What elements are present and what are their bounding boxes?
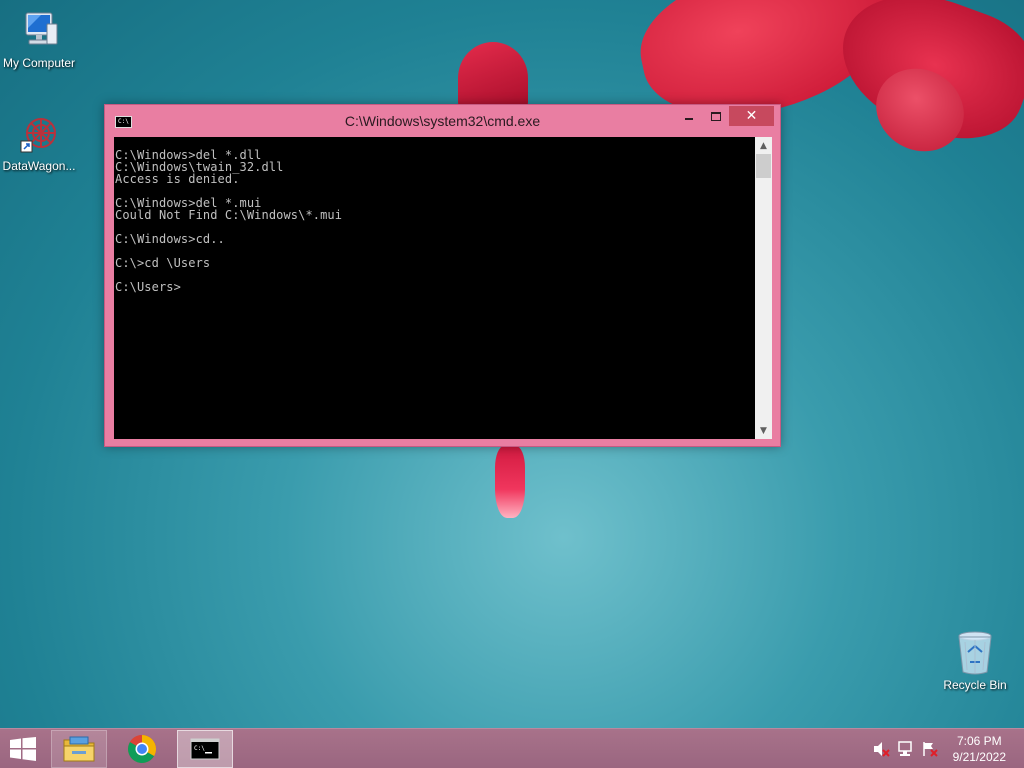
wallpaper-stamen — [495, 446, 525, 518]
console-line: C:\Windows>cd.. — [115, 232, 225, 246]
desktop-icon-label: My Computer — [2, 56, 76, 70]
computer-icon — [25, 12, 58, 45]
close-icon: ✕ — [745, 108, 758, 124]
taskbar-chrome[interactable] — [114, 730, 170, 768]
desktop-icon-label: Recycle Bin — [943, 678, 1007, 692]
console-line: C:\>cd \Users — [115, 256, 211, 270]
minimize-icon — [685, 118, 693, 120]
taskbar-command-prompt[interactable]: C:\ — [177, 730, 233, 768]
taskbar-clock[interactable]: 7:06 PM 9/21/2022 — [953, 733, 1006, 765]
desktop-icon-label: DataWagon... — [2, 159, 76, 173]
minimize-button[interactable] — [675, 106, 703, 126]
console-line: Access is denied. — [115, 172, 240, 186]
window-titlebar[interactable]: C:\ C:\Windows\system32\cmd.exe ✕ — [105, 105, 780, 137]
recycle-bin-icon — [958, 631, 992, 675]
chrome-icon — [128, 735, 156, 763]
maximize-button[interactable] — [703, 106, 729, 126]
console-output[interactable]: C:\Windows>del *.dll C:\Windows\twain_32… — [114, 137, 755, 439]
datawagon-shortcut-icon — [20, 118, 56, 153]
network-icon[interactable] — [897, 741, 915, 757]
scroll-up-arrow-icon[interactable]: ▲ — [755, 137, 772, 154]
desktop-icon-datawagon[interactable]: DataWagon... — [0, 113, 79, 173]
cmd-icon: C:\ — [190, 738, 220, 760]
clock-date: 9/21/2022 — [952, 750, 1006, 764]
folder-icon — [63, 736, 95, 762]
desktop-icon-recycle-bin[interactable]: Recycle Bin — [935, 630, 1015, 692]
scrollbar-thumb[interactable] — [756, 154, 771, 178]
action-center-flag-icon[interactable] — [921, 741, 939, 757]
taskbar-file-explorer[interactable] — [51, 730, 107, 768]
clock-time: 7:06 PM — [956, 734, 1002, 748]
cmd-window[interactable]: C:\ C:\Windows\system32\cmd.exe ✕ C:\Win… — [104, 104, 781, 447]
desktop-icon-my-computer[interactable]: My Computer — [0, 10, 79, 70]
speaker-muted-icon[interactable] — [872, 741, 890, 757]
close-button[interactable]: ✕ — [729, 106, 774, 126]
svg-text:C:\: C:\ — [194, 745, 205, 752]
start-button[interactable] — [8, 737, 38, 761]
windows-logo-icon — [10, 737, 36, 761]
scroll-down-arrow-icon[interactable]: ▼ — [755, 422, 772, 439]
console-line: Could Not Find C:\Windows\*.mui — [115, 208, 343, 222]
console-prompt[interactable]: C:\Users> — [115, 281, 755, 293]
taskbar: C:\ 7:06 PM 9/21/2022 — [0, 728, 1024, 768]
maximize-icon — [711, 111, 721, 121]
vertical-scrollbar[interactable]: ▲ ▼ — [755, 137, 772, 439]
